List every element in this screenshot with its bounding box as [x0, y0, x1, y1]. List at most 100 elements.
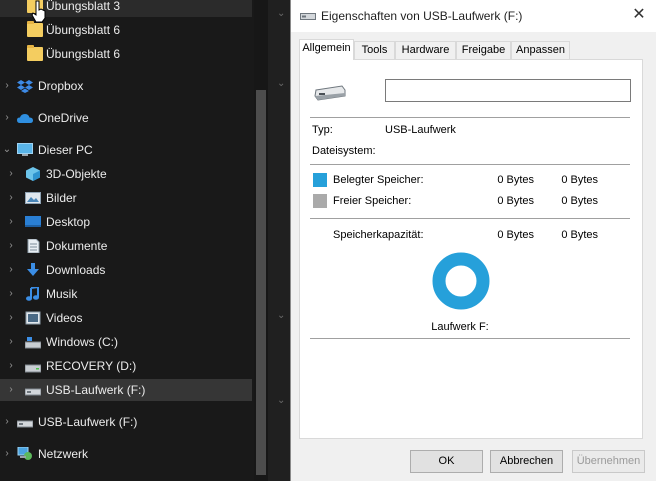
tree-item-label: Downloads: [46, 263, 106, 277]
chevron-right-icon[interactable]: ›: [2, 107, 12, 129]
tree-item-label: Netzwerk: [38, 447, 89, 461]
chevron-right-icon[interactable]: ›: [2, 75, 12, 97]
navigation-pane: Übungsblatt 3 Übungsblatt 6 Übungsblatt …: [0, 0, 252, 481]
separator: [310, 117, 630, 118]
tree-item-label: Musik: [46, 287, 78, 301]
separator: [310, 218, 630, 219]
tree-item-usb-drive-selected[interactable]: › USB-Laufwerk (F:): [0, 379, 252, 401]
tree-item-drive-d[interactable]: › RECOVERY (D:): [0, 355, 252, 377]
used-space-label: Belegter Speicher:: [333, 174, 424, 186]
cancel-button[interactable]: Abbrechen: [490, 450, 563, 473]
tab-allgemein[interactable]: Allgemein: [299, 39, 354, 60]
drive-c-icon: [25, 337, 41, 349]
tab-panel-general: Typ: USB-Laufwerk Dateisystem: Belegter …: [299, 59, 643, 439]
capacity-ring-chart: [432, 252, 490, 310]
scrollbar-thumb[interactable]: [256, 90, 266, 475]
tree-item-label: Dieser PC: [38, 143, 93, 157]
drive-letter-label: Laufwerk F:: [431, 321, 489, 333]
desktop-icon: [25, 216, 41, 227]
content-pane-edge: [268, 0, 290, 481]
chevron-right-icon[interactable]: ›: [6, 259, 16, 281]
onedrive-icon: [17, 114, 33, 123]
tree-item-label: RECOVERY (D:): [46, 359, 137, 373]
folder-icon: [27, 21, 43, 37]
chevron-down-icon: ⌄: [277, 78, 286, 89]
drive-name-input[interactable]: [385, 79, 631, 102]
filesystem-label: Dateisystem:: [312, 145, 376, 157]
separator: [310, 338, 630, 339]
usb-drive-icon: [25, 388, 41, 396]
chevron-down-icon: ⌄: [277, 8, 286, 19]
tree-item-desktop[interactable]: › Desktop: [0, 211, 252, 233]
tree-item-documents[interactable]: › Dokumente: [0, 235, 252, 257]
documents-icon: [27, 239, 40, 253]
tree-item-dropbox[interactable]: › Dropbox: [0, 75, 252, 97]
tree-item-drive-c[interactable]: › Windows (C:): [0, 331, 252, 353]
folder-icon: [27, 45, 43, 61]
tree-item-usb-drive[interactable]: › USB-Laufwerk (F:): [0, 411, 252, 433]
tree-item-label: USB-Laufwerk (F:): [38, 415, 138, 429]
tree-item-3d-objects[interactable]: › 3D-Objekte: [0, 163, 252, 185]
chevron-right-icon[interactable]: ›: [6, 163, 16, 185]
free-space-swatch: [313, 194, 327, 208]
chevron-right-icon[interactable]: ›: [2, 443, 12, 465]
close-icon[interactable]: ✕: [629, 5, 649, 25]
capacity-size: 0 Bytes: [561, 229, 598, 241]
tree-item-label: USB-Laufwerk (F:): [46, 383, 146, 397]
tab-hardware[interactable]: Hardware: [395, 41, 456, 59]
chevron-right-icon[interactable]: ›: [6, 211, 16, 233]
tree-item-label: Bilder: [46, 191, 77, 205]
tree-item-label: Videos: [46, 311, 83, 325]
chevron-right-icon[interactable]: ›: [6, 187, 16, 209]
free-space-size: 0 Bytes: [561, 195, 598, 207]
tree-item-label: Dokumente: [46, 239, 108, 253]
dialog-titlebar[interactable]: Eigenschaften von USB-Laufwerk (F:) ✕: [291, 0, 656, 32]
tree-item-this-pc[interactable]: ⌄ Dieser PC: [0, 139, 252, 161]
tree-item-label: Übungsblatt 6: [46, 47, 121, 61]
tree-item-network[interactable]: › Netzwerk: [0, 443, 252, 465]
used-space-size: 0 Bytes: [561, 174, 598, 186]
apply-button[interactable]: Übernehmen: [572, 450, 645, 473]
videos-icon: [25, 311, 41, 325]
usb-drive-icon: [300, 13, 316, 20]
free-space-bytes: 0 Bytes: [497, 195, 534, 207]
used-space-bytes: 0 Bytes: [497, 174, 534, 186]
chevron-right-icon[interactable]: ›: [6, 331, 16, 353]
tab-anpassen[interactable]: Anpassen: [511, 41, 570, 59]
music-icon: [26, 287, 39, 301]
tree-item-downloads[interactable]: › Downloads: [0, 259, 252, 281]
downloads-icon: [27, 263, 39, 276]
tree-item-label: OneDrive: [38, 111, 89, 125]
tree-item-videos[interactable]: › Videos: [0, 307, 252, 329]
chevron-down-icon[interactable]: ⌄: [2, 139, 12, 161]
tab-tools[interactable]: Tools: [354, 41, 395, 59]
drive-d-icon: [25, 364, 41, 373]
type-label: Typ:: [312, 124, 333, 136]
dialog-title: Eigenschaften von USB-Laufwerk (F:): [321, 9, 523, 23]
chevron-right-icon[interactable]: ›: [6, 235, 16, 257]
chevron-down-icon: ⌄: [277, 395, 286, 406]
chevron-right-icon[interactable]: ›: [6, 379, 16, 401]
free-space-label: Freier Speicher:: [333, 195, 412, 207]
tree-item-uebungsblatt-6b[interactable]: Übungsblatt 6: [0, 43, 252, 65]
tab-freigabe[interactable]: Freigabe: [456, 41, 511, 59]
properties-dialog: Eigenschaften von USB-Laufwerk (F:) ✕ Al…: [290, 0, 656, 481]
tree-item-label: Dropbox: [38, 79, 84, 93]
tree-item-pictures[interactable]: › Bilder: [0, 187, 252, 209]
separator: [310, 164, 630, 165]
tree-item-onedrive[interactable]: › OneDrive: [0, 107, 252, 129]
chevron-right-icon[interactable]: ›: [6, 283, 16, 305]
tree-item-uebungsblatt-6[interactable]: Übungsblatt 6: [0, 19, 252, 41]
tree-item-music[interactable]: › Musik: [0, 283, 252, 305]
tree-item-label: Desktop: [46, 215, 91, 229]
chevron-right-icon[interactable]: ›: [2, 411, 12, 433]
chevron-right-icon[interactable]: ›: [6, 307, 16, 329]
chevron-down-icon: ⌄: [277, 310, 286, 321]
capacity-label: Speicherkapazität:: [333, 229, 424, 241]
ok-button[interactable]: OK: [410, 450, 483, 473]
usb-drive-icon: [17, 420, 33, 428]
type-value: USB-Laufwerk: [385, 124, 456, 136]
chevron-right-icon[interactable]: ›: [6, 355, 16, 377]
tree-item-label: Übungsblatt 3: [46, 0, 121, 13]
pictures-icon: [25, 192, 41, 204]
